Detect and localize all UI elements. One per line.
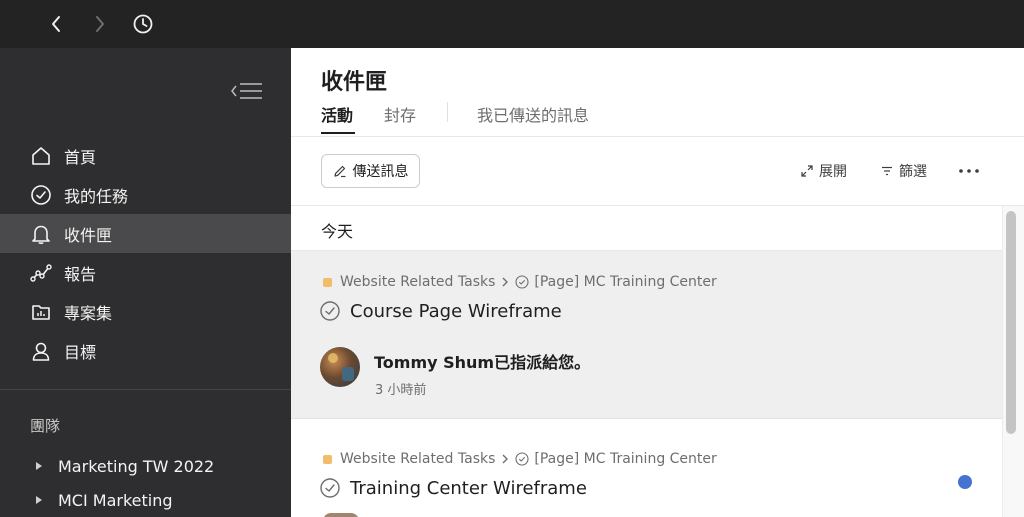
- sidebar-item-label: 收件匣: [64, 225, 113, 245]
- pencil-icon: [333, 164, 347, 178]
- header-divider: [291, 136, 1024, 137]
- sidebar-item-home[interactable]: 首頁: [0, 136, 291, 175]
- teams-heading: 團隊: [30, 417, 61, 435]
- task-title-text: Training Center Wireframe: [350, 477, 587, 499]
- project-color-dot: [323, 454, 332, 464]
- sidebar: 首頁 我的任務 收件匣 報告 專案集 目標 團隊 Marketing TW 20…: [0, 48, 291, 517]
- sidebar-divider: [0, 389, 291, 390]
- expand-label: 展開: [819, 164, 847, 180]
- more-options-button[interactable]: [957, 161, 981, 181]
- notification-card[interactable]: Website Related Tasks [Page] MC Training…: [291, 251, 1002, 419]
- page-title: 收件匣: [321, 70, 388, 95]
- clock-icon: [133, 14, 153, 34]
- collapse-menu-icon: [231, 83, 262, 99]
- filter-button[interactable]: 篩選: [881, 161, 927, 181]
- task-breadcrumb: Website Related Tasks [Page] MC Training…: [323, 274, 717, 290]
- send-message-label: 傳送訊息: [352, 164, 409, 180]
- team-item-label: Marketing TW 2022: [58, 456, 215, 476]
- check-circle-icon[interactable]: [319, 300, 341, 322]
- activity-text: Tommy Shum已指派給您。: [374, 353, 591, 372]
- sidebar-item-my-tasks[interactable]: 我的任務: [0, 175, 291, 214]
- sidebar-item-goals[interactable]: 目標: [0, 331, 291, 370]
- folder-icon: [30, 301, 52, 323]
- activity-timestamp: 3 小時前: [375, 383, 427, 398]
- team-item-marketing-tw[interactable]: Marketing TW 2022: [36, 454, 214, 478]
- sidebar-item-label: 首頁: [64, 147, 97, 167]
- home-icon: [30, 145, 52, 167]
- scrollbar-thumb[interactable]: [1006, 211, 1016, 434]
- check-circle-icon: [515, 452, 529, 466]
- team-item-label: MCI Marketing: [58, 490, 173, 510]
- sidebar-item-reports[interactable]: 報告: [0, 253, 291, 292]
- more-horizontal-icon: [959, 169, 979, 173]
- section-today-heading: 今天: [321, 222, 354, 241]
- sidebar-item-label: 報告: [64, 264, 97, 284]
- active-tab-indicator: [321, 132, 355, 134]
- chevron-right-icon: [501, 453, 509, 465]
- expand-button[interactable]: 展開: [801, 161, 847, 181]
- task-title[interactable]: Course Page Wireframe: [319, 300, 562, 322]
- task-title-text: Course Page Wireframe: [350, 300, 562, 322]
- breadcrumb-parent-task[interactable]: [Page] MC Training Center: [534, 274, 716, 290]
- check-circle-icon: [515, 275, 529, 289]
- back-button[interactable]: [44, 12, 68, 36]
- sidebar-item-label: 專案集: [64, 303, 113, 323]
- avatar: [323, 513, 359, 517]
- check-circle-icon[interactable]: [319, 477, 341, 499]
- task-breadcrumb: Website Related Tasks [Page] MC Training…: [323, 451, 717, 467]
- sidebar-item-inbox[interactable]: 收件匣: [0, 214, 291, 253]
- top-bar: [0, 0, 1024, 48]
- tab-sent-messages[interactable]: 我已傳送的訊息: [477, 102, 589, 126]
- tab-archive[interactable]: 封存: [384, 102, 416, 126]
- project-color-dot: [323, 277, 332, 287]
- chevron-right-icon: [501, 276, 509, 288]
- chevron-right-icon: [96, 16, 104, 32]
- sidebar-item-label: 我的任務: [64, 186, 129, 206]
- filter-label: 篩選: [899, 164, 927, 180]
- chart-line-icon: [30, 262, 52, 284]
- history-button[interactable]: [131, 12, 155, 36]
- tab-separator: [447, 102, 448, 122]
- breadcrumb-parent-task[interactable]: [Page] MC Training Center: [534, 451, 716, 467]
- expand-triangle-icon[interactable]: [36, 462, 42, 470]
- sidebar-item-portfolios[interactable]: 專案集: [0, 292, 291, 331]
- forward-button[interactable]: [88, 12, 112, 36]
- team-item-mci-marketing[interactable]: MCI Marketing: [36, 488, 173, 512]
- collapse-sidebar-button[interactable]: [230, 80, 264, 102]
- toolbar-divider: [291, 205, 1024, 206]
- avatar: [320, 347, 360, 387]
- chevron-left-icon: [52, 16, 60, 32]
- expand-icon: [801, 165, 813, 177]
- check-circle-icon: [30, 184, 52, 206]
- sidebar-item-label: 目標: [64, 342, 97, 362]
- person-icon: [30, 340, 52, 362]
- breadcrumb-project[interactable]: Website Related Tasks: [340, 274, 495, 290]
- task-title[interactable]: Training Center Wireframe: [319, 477, 587, 499]
- filter-icon: [881, 166, 893, 176]
- tab-activity[interactable]: 活動: [321, 102, 353, 126]
- expand-triangle-icon[interactable]: [36, 496, 42, 504]
- bell-icon: [30, 223, 52, 245]
- send-message-button[interactable]: 傳送訊息: [321, 154, 420, 188]
- unread-indicator: [958, 475, 972, 489]
- notification-card[interactable]: Website Related Tasks [Page] MC Training…: [291, 428, 1002, 517]
- breadcrumb-project[interactable]: Website Related Tasks: [340, 451, 495, 467]
- main-panel: 收件匣 活動 封存 我已傳送的訊息 傳送訊息 展開 篩選 今天 Website …: [291, 48, 1024, 517]
